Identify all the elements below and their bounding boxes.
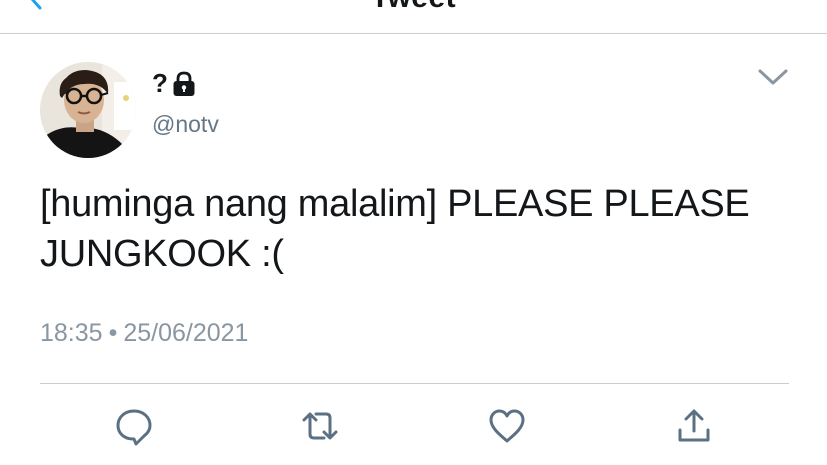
reply-icon[interactable] — [114, 406, 154, 446]
retweet-icon[interactable] — [300, 406, 340, 446]
display-name[interactable]: ? — [152, 68, 168, 98]
divider — [40, 383, 789, 384]
tweet-date: 25/06/2021 — [123, 319, 249, 347]
share-icon[interactable] — [674, 406, 714, 446]
top-bar: Tweet — [0, 0, 827, 34]
tweet-time: 18:35 — [40, 319, 103, 347]
tweet-text: [huminga nang malalim] PLEASE PLEASE JUN… — [40, 183, 750, 275]
tweet-detail-screen: Tweet ? — [0, 0, 827, 465]
page-title: Tweet — [0, 0, 827, 15]
user-handle[interactable]: @notv — [152, 110, 219, 138]
lock-icon — [172, 71, 196, 97]
meta-separator: • — [108, 319, 118, 347]
heart-icon[interactable] — [487, 406, 527, 446]
tweet-timestamp[interactable]: 18:35 • 25/06/2021 — [40, 318, 248, 348]
avatar[interactable] — [40, 62, 136, 158]
chevron-down-icon[interactable] — [756, 66, 790, 88]
